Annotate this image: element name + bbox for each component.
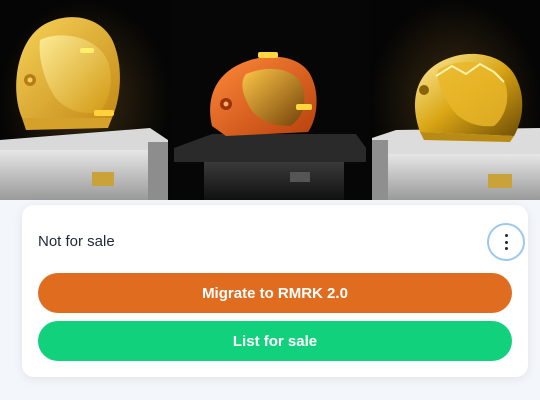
sale-status-text: Not for sale [38, 233, 115, 250]
status-row: Not for sale [38, 223, 525, 261]
nft-item-page: Not for sale Migrate to RMRK 2.0 List fo… [0, 0, 540, 400]
nft-preview-image [0, 0, 540, 200]
more-options-button[interactable] [487, 223, 525, 261]
sale-status-card: Not for sale Migrate to RMRK 2.0 List fo… [22, 205, 528, 377]
list-for-sale-button[interactable]: List for sale [38, 321, 512, 361]
migrate-button[interactable]: Migrate to RMRK 2.0 [38, 273, 512, 313]
vertical-dots-icon [504, 234, 508, 250]
